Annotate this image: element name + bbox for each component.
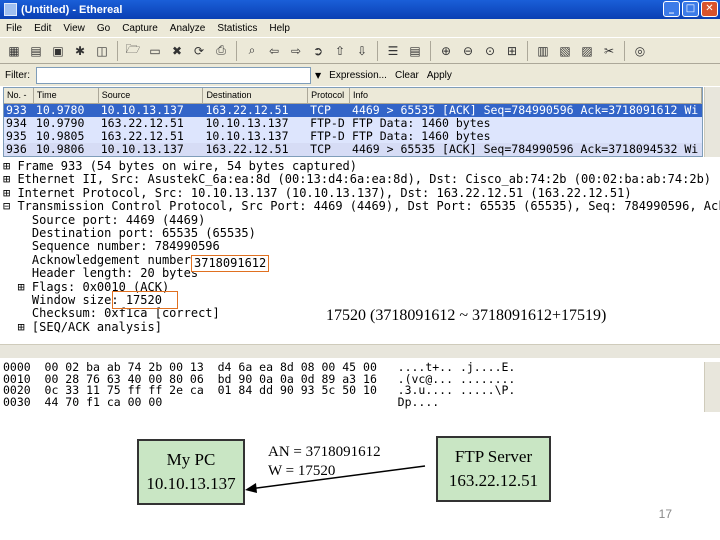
packet-bytes-pane: 0000 00 02 ba ab 74 2b 00 13 d4 6a ea 8d…	[3, 361, 720, 412]
my-pc-box: My PC 10.10.13.137	[137, 439, 245, 505]
column-protocol[interactable]: Protocol	[308, 88, 351, 103]
colorize-icon[interactable]: ☰	[383, 41, 403, 61]
main-toolbar: ▦ ▤ ▣ ✱ ◫ 🗁 ▭ ✖ ⟳ ⎙ ⌕ ⇦ ⇨ ➲ ⇧ ⇩ ☰ ▤ ⊕ ⊖ …	[0, 37, 720, 64]
packet-list-scrollbar[interactable]	[704, 87, 720, 157]
menu-edit[interactable]: Edit	[34, 23, 51, 34]
tree-item-source-port[interactable]: Source port: 4469 (4469)	[3, 213, 720, 227]
tree-item-sequence-number[interactable]: Sequence number: 784990596	[3, 239, 720, 253]
coloring-rules-icon[interactable]: ▨	[577, 41, 597, 61]
go-to-packet-icon[interactable]: ➲	[308, 41, 328, 61]
go-forward-icon[interactable]: ⇨	[286, 41, 306, 61]
reload-icon[interactable]: ⟳	[189, 41, 209, 61]
table-row[interactable]: 936 10.9806 10.10.13.137 163.22.12.51 TC…	[4, 143, 702, 156]
pc-name: My PC	[166, 450, 216, 469]
menu-view[interactable]: View	[63, 23, 85, 34]
zoom-in-icon[interactable]: ⊕	[436, 41, 456, 61]
packet-list-pane: No. - Time Source Destination Protocol I…	[3, 87, 703, 157]
ack-arrow-line	[248, 465, 426, 490]
page-number: 17	[658, 507, 672, 521]
filter-input[interactable]	[36, 66, 311, 84]
capture-filters-icon[interactable]: ▥	[533, 41, 553, 61]
open-file-icon[interactable]: 🗁	[123, 41, 143, 61]
column-destination[interactable]: Destination	[203, 88, 309, 103]
tree-item-tcp[interactable]: ⊟ Transmission Control Protocol, Src Por…	[3, 199, 720, 213]
pc-ip: 10.10.13.137	[146, 474, 236, 493]
column-source[interactable]: Source	[99, 88, 204, 103]
hex-row: 0030 44 70 f1 ca 00 00 Dp....	[3, 394, 440, 409]
ack-number-highlight: 3718091612	[191, 255, 269, 272]
tree-item-ack-number[interactable]: Acknowledgement number:	[3, 253, 720, 267]
filter-label: Filter:	[5, 69, 30, 81]
tree-item-header-length[interactable]: Header length: 20 bytes	[3, 266, 720, 280]
start-capture-icon[interactable]: ▣	[48, 41, 68, 61]
ftp-server-box: FTP Server 163.22.12.51	[436, 436, 551, 502]
menu-bar: File Edit View Go Capture Analyze Statis…	[0, 19, 720, 37]
close-file-icon[interactable]: ✖	[167, 41, 187, 61]
table-row[interactable]: 935 10.9805 163.22.12.51 10.10.13.137 FT…	[4, 130, 702, 143]
bytes-scrollbar[interactable]	[704, 362, 720, 412]
minimize-button[interactable]: _	[663, 1, 680, 17]
window-range-annotation: 17520 (3718091612 ~ 3718091612+17519)	[326, 307, 607, 324]
stop-capture-icon[interactable]: ✱	[70, 41, 90, 61]
app-icon	[4, 3, 17, 16]
restart-capture-icon[interactable]: ◫	[92, 41, 112, 61]
tree-item-window-size[interactable]: Window size: 17520	[3, 293, 720, 307]
menu-go[interactable]: Go	[97, 23, 110, 34]
save-icon[interactable]: ▭	[145, 41, 165, 61]
filter-bar: Filter: ▼ Expression... Clear Apply	[0, 64, 720, 86]
resize-columns-icon[interactable]: ⊞	[502, 41, 522, 61]
clear-button[interactable]: Clear	[395, 70, 419, 81]
maximize-button[interactable]: □	[682, 1, 699, 17]
first-packet-icon[interactable]: ⇧	[330, 41, 350, 61]
close-button[interactable]: ✕	[701, 1, 718, 17]
filter-dropdown-icon[interactable]: ▼	[315, 71, 321, 80]
menu-help[interactable]: Help	[269, 23, 290, 34]
table-row[interactable]: 933 10.9780 10.10.13.137 163.22.12.51 TC…	[4, 104, 702, 117]
capture-options-icon[interactable]: ▤	[26, 41, 46, 61]
auto-scroll-icon[interactable]: ▤	[405, 41, 425, 61]
interfaces-icon[interactable]: ▦	[4, 41, 24, 61]
menu-file[interactable]: File	[6, 23, 22, 34]
apply-button[interactable]: Apply	[427, 70, 452, 81]
zoom-normal-icon[interactable]: ⊙	[480, 41, 500, 61]
server-name: FTP Server	[454, 447, 533, 466]
column-time[interactable]: Time	[34, 88, 99, 103]
last-packet-icon[interactable]: ⇩	[352, 41, 372, 61]
tree-item-ip[interactable]: ⊞ Internet Protocol, Src: 10.10.13.137 (…	[3, 186, 720, 200]
packet-list-header: No. - Time Source Destination Protocol I…	[4, 88, 702, 104]
go-back-icon[interactable]: ⇦	[264, 41, 284, 61]
table-row[interactable]: 934 10.9790 163.22.12.51 10.10.13.137 FT…	[4, 117, 702, 130]
server-ip: 163.22.12.51	[448, 471, 539, 490]
help-icon[interactable]: ◎	[630, 41, 650, 61]
arrow-head-icon	[245, 483, 257, 493]
menu-capture[interactable]: Capture	[122, 23, 158, 34]
preferences-icon[interactable]: ✂	[599, 41, 619, 61]
column-no[interactable]: No. -	[4, 88, 34, 103]
zoom-out-icon[interactable]: ⊖	[458, 41, 478, 61]
title-bar: (Untitled) - Ethereal _ □ ✕	[0, 0, 720, 19]
tree-item-frame[interactable]: ⊞ Frame 933 (54 bytes on wire, 54 bytes …	[3, 160, 720, 173]
window-title: (Untitled) - Ethereal	[21, 3, 123, 16]
find-packet-icon[interactable]: ⌕	[242, 41, 262, 61]
details-horizontal-scrollbar[interactable]	[0, 344, 720, 358]
menu-statistics[interactable]: Statistics	[217, 23, 257, 34]
tree-item-destination-port[interactable]: Destination port: 65535 (65535)	[3, 226, 720, 240]
tree-item-flags[interactable]: ⊞ Flags: 0x0010 (ACK)	[3, 280, 720, 294]
diagram-area: My PC 10.10.13.137 AN = 3718091612 W = 1…	[0, 412, 720, 540]
print-icon[interactable]: ⎙	[211, 41, 231, 61]
display-filters-icon[interactable]: ▧	[555, 41, 575, 61]
tree-item-ethernet[interactable]: ⊞ Ethernet II, Src: AsustekC_6a:ea:8d (0…	[3, 172, 720, 186]
column-info[interactable]: Info	[350, 88, 702, 103]
menu-analyze[interactable]: Analyze	[170, 23, 206, 34]
expression-button[interactable]: Expression...	[329, 70, 387, 81]
arrow-graphic	[245, 465, 426, 493]
window-size-highlight-box	[112, 291, 178, 309]
